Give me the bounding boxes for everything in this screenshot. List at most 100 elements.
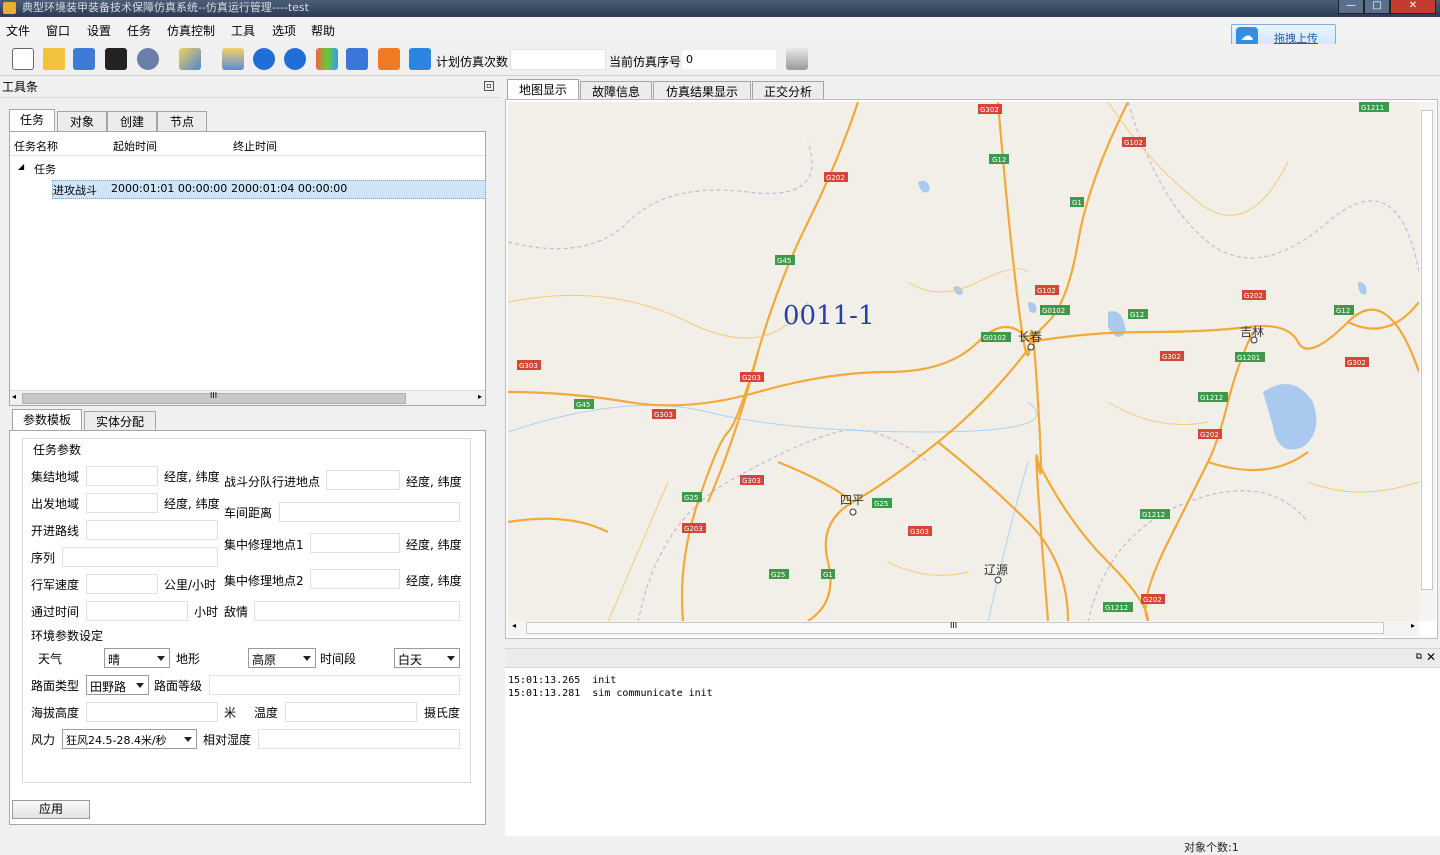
period-value: 白天	[398, 653, 423, 667]
road-type-select[interactable]: 田野路	[86, 675, 149, 695]
route-field[interactable]	[86, 520, 218, 540]
road-tag: G1	[1072, 199, 1082, 207]
stop-icon[interactable]	[284, 48, 306, 70]
menu-tools[interactable]: 工具	[231, 22, 255, 39]
altitude-field[interactable]	[86, 702, 218, 722]
repair2-field[interactable]	[310, 569, 400, 589]
menu-options[interactable]: 选项	[272, 22, 296, 39]
road-tag: G102	[1037, 287, 1056, 295]
minimize-button[interactable]: —	[1338, 0, 1364, 14]
scroll-left-icon[interactable]: ◂	[512, 621, 516, 630]
road-tag: G202	[1244, 292, 1263, 300]
minor-roads	[507, 101, 1420, 623]
car-gap-label: 车间距离	[224, 506, 273, 520]
city-label: 辽源	[984, 563, 1008, 577]
humidity-field[interactable]	[258, 729, 460, 749]
terrain-select[interactable]: 高原	[248, 648, 316, 668]
maximize-button[interactable]: □	[1364, 0, 1390, 14]
close-icon[interactable]	[137, 48, 159, 70]
play-icon[interactable]	[253, 48, 275, 70]
speed-field[interactable]	[86, 574, 158, 594]
enemy-field[interactable]	[254, 601, 460, 621]
list-icon[interactable]	[409, 48, 431, 70]
map-vertical-scrollbar[interactable]	[1419, 102, 1436, 621]
wind-select[interactable]: 狂风24.5-28.4米/秒	[62, 729, 197, 749]
scroll-right-icon[interactable]: ▸	[1411, 621, 1415, 630]
close-icon[interactable]: ✕	[1426, 650, 1436, 664]
tree-horizontal-scrollbar[interactable]: III ◂ ▸	[10, 390, 485, 405]
new-file-icon[interactable]	[12, 48, 34, 70]
rewind-icon[interactable]	[346, 48, 368, 70]
status-object-count: 对象个数:1	[1184, 841, 1239, 854]
settings-gear-icon[interactable]	[786, 48, 808, 70]
plan-count-input[interactable]	[510, 49, 606, 70]
map-canvas[interactable]: G302 G12 G202 G102 G1 G45 G203 G102 G010…	[507, 101, 1421, 623]
refresh-icon[interactable]	[378, 48, 400, 70]
scroll-left-icon[interactable]: ◂	[12, 392, 16, 401]
menu-help[interactable]: 帮助	[311, 22, 335, 39]
tab-param-template[interactable]: 参数模板	[12, 409, 82, 432]
map-horizontal-scrollbar[interactable]: ◂ ▸ III	[508, 621, 1419, 636]
close-window-button[interactable]: ✕	[1390, 0, 1436, 14]
temperature-unit: 摄氏度	[424, 706, 461, 720]
period-select[interactable]: 白天	[394, 648, 460, 668]
stack-icon[interactable]	[222, 48, 244, 70]
float-panel-icon[interactable]: ⧉	[1416, 652, 1422, 662]
tab-create[interactable]: 创建	[107, 111, 157, 132]
road-tag: G45	[576, 401, 590, 409]
table-row[interactable]: 进攻战斗 2000:01:01 00:00:00 2000:01:04 00:0…	[52, 180, 486, 199]
city-label: 长春	[1018, 330, 1042, 344]
repair2-label: 集中修理地点2	[224, 574, 304, 588]
col-task-name[interactable]: 任务名称	[14, 138, 58, 154]
split-point-field[interactable]	[326, 470, 400, 490]
scroll-right-icon[interactable]: ▸	[478, 392, 482, 401]
menu-file[interactable]: 文件	[6, 22, 30, 39]
apply-button[interactable]: 应用	[12, 800, 90, 819]
road-map: G302 G12 G202 G102 G1 G45 G203 G102 G010…	[507, 101, 1421, 623]
tab-object[interactable]: 对象	[57, 111, 107, 132]
expand-arrow-icon[interactable]: ◢	[18, 162, 24, 171]
menu-task[interactable]: 任务	[127, 22, 151, 39]
task-tree: 任务名称 起始时间 终止时间 ◢ 任务 进攻战斗 2000:01:01 00:0…	[9, 131, 486, 406]
task-name-cell: 进攻战斗	[53, 184, 97, 197]
tab-task[interactable]: 任务	[9, 109, 55, 132]
temperature-field[interactable]	[285, 702, 417, 722]
road-grade-field[interactable]	[209, 675, 460, 695]
col-end-time[interactable]: 终止时间	[233, 138, 277, 154]
road-tag: G12	[1336, 307, 1350, 315]
menu-window[interactable]: 窗口	[46, 22, 70, 39]
weather-select[interactable]: 晴	[104, 648, 170, 668]
step-icon[interactable]	[316, 48, 338, 70]
repair1-field[interactable]	[310, 533, 400, 553]
road-type-value: 田野路	[90, 680, 127, 694]
menu-settings[interactable]: 设置	[87, 22, 111, 39]
brush-icon[interactable]	[179, 48, 201, 70]
weather-value: 晴	[108, 653, 121, 667]
assembly-field[interactable]	[86, 466, 158, 486]
col-start-time[interactable]: 起始时间	[113, 138, 157, 154]
pin-icon[interactable]: ▫	[484, 81, 494, 91]
road-tag: G302	[1347, 359, 1366, 367]
menu-sim-control[interactable]: 仿真控制	[167, 22, 215, 39]
car-gap-field[interactable]	[279, 502, 460, 522]
current-seq-label: 当前仿真序号	[609, 55, 682, 69]
window-title: 典型环境装甲装备技术保障仿真系统--仿真运行管理----test	[22, 1, 309, 14]
departure-field[interactable]	[86, 493, 158, 513]
env-title: 环境参数设定	[31, 629, 104, 643]
save-icon[interactable]	[73, 48, 95, 70]
open-folder-icon[interactable]	[43, 48, 65, 70]
tab-entity-assign[interactable]: 实体分配	[84, 411, 156, 432]
scroll-thumb[interactable]	[1421, 110, 1433, 590]
road-tag: G303	[910, 528, 929, 536]
temperature-label: 温度	[254, 706, 279, 720]
road-tag: G302	[1162, 353, 1181, 361]
road-tag: G202	[1143, 596, 1162, 604]
log-output: 15:01:13.265 init 15:01:13.281 sim commu…	[505, 668, 1440, 836]
assembly-label: 集结地域	[31, 470, 80, 484]
road-tag: G25	[874, 500, 888, 508]
tab-node[interactable]: 节点	[157, 111, 207, 132]
sequence-field[interactable]	[62, 547, 218, 567]
save-as-icon[interactable]	[105, 48, 127, 70]
pass-time-field[interactable]	[86, 601, 188, 621]
tree-root-label[interactable]: 任务	[34, 161, 56, 177]
